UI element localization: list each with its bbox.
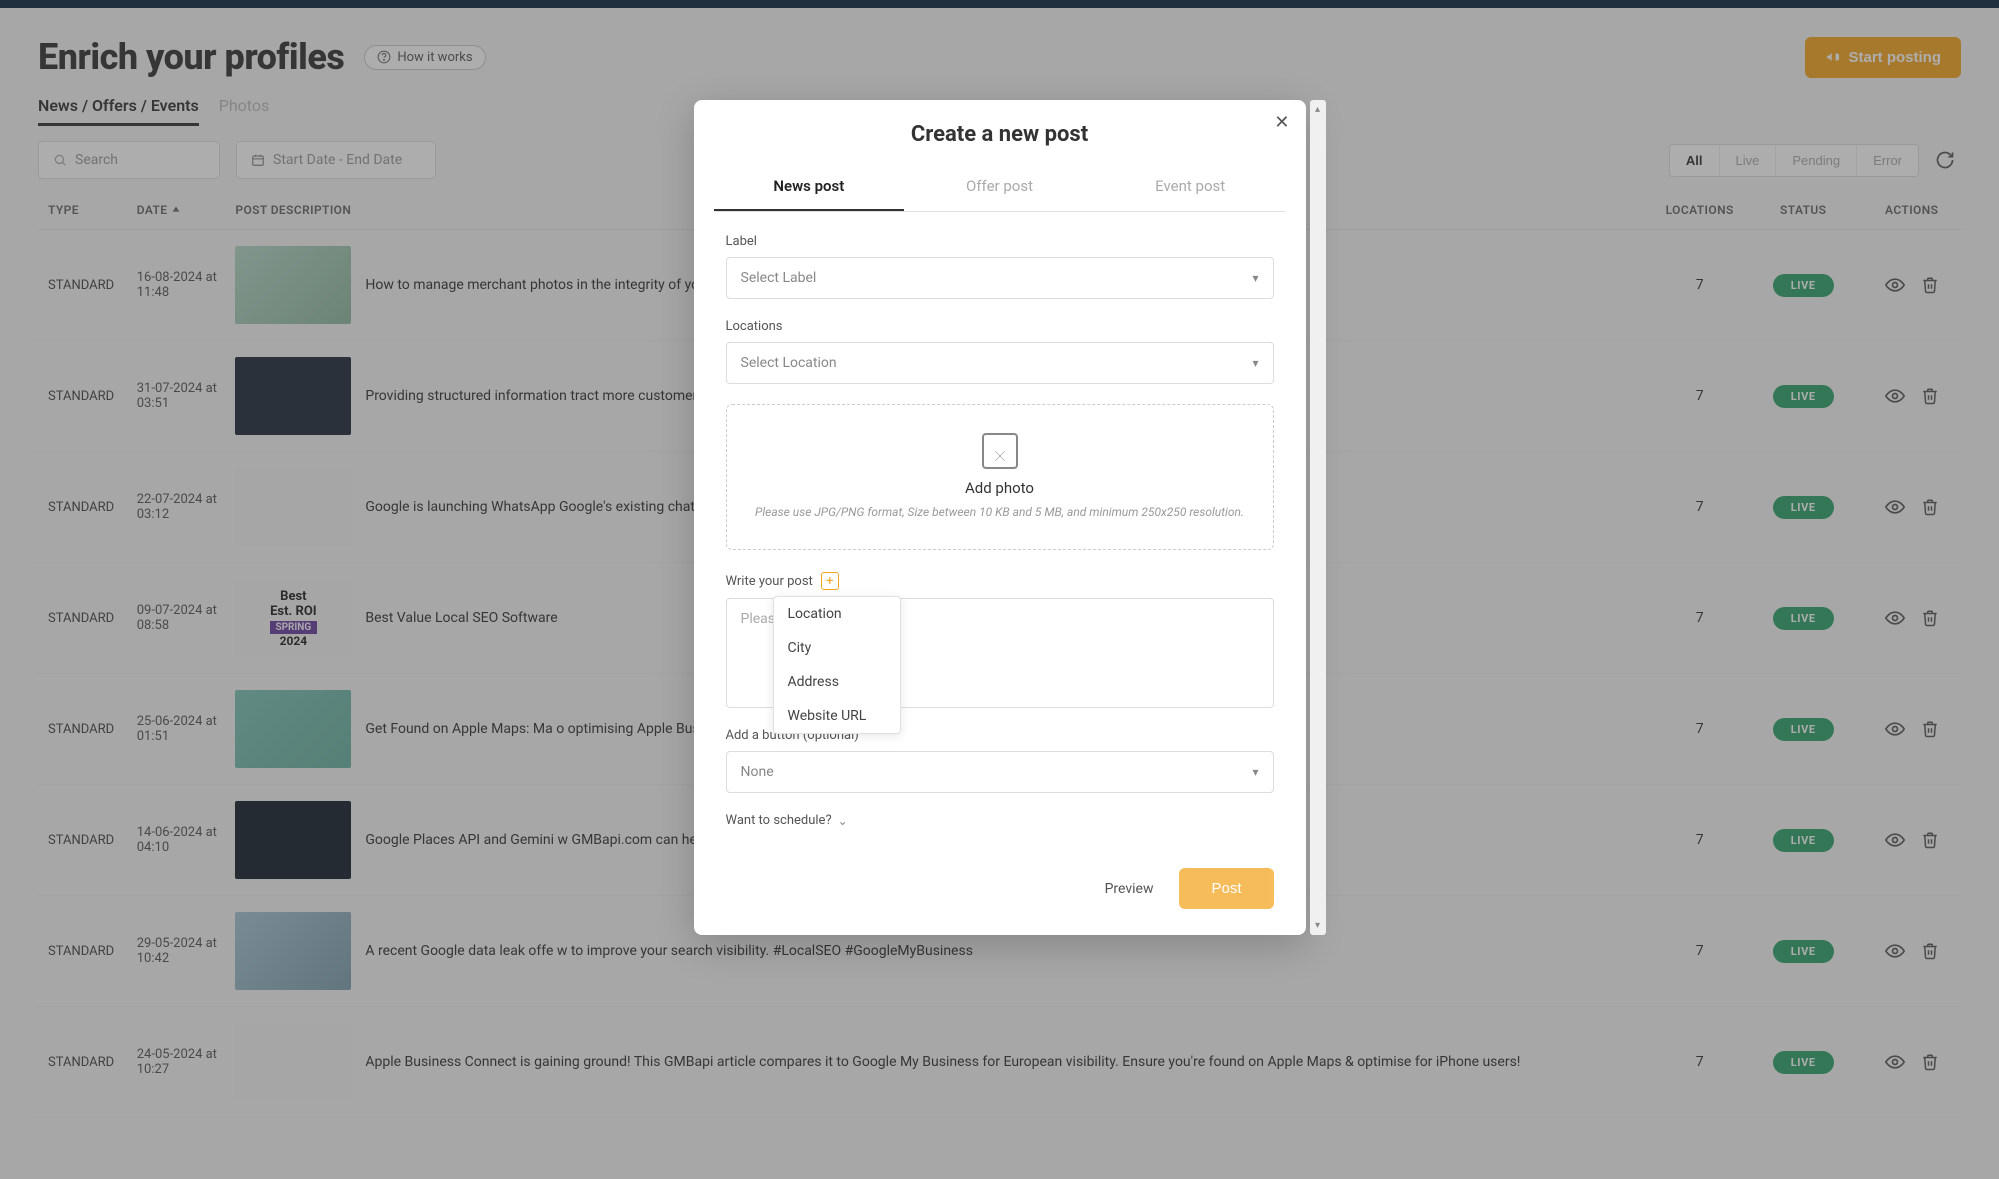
chevron-down-icon: ⌄ <box>838 814 848 828</box>
scroll-up-icon: ▴ <box>1315 104 1320 115</box>
close-icon: ✕ <box>1274 112 1289 132</box>
insert-option-location[interactable]: Location <box>774 597 900 631</box>
tab-offer-post[interactable]: Offer post <box>904 163 1095 211</box>
write-post-label: Write your post <box>726 574 813 589</box>
preview-button[interactable]: Preview <box>1093 871 1166 907</box>
insert-variable-button[interactable]: + <box>821 572 839 590</box>
chevron-down-icon: ▾ <box>1252 271 1258 285</box>
plus-icon: + <box>826 574 833 589</box>
label-field-label: Label <box>726 234 1274 249</box>
button-select-dropdown[interactable]: None ▾ <box>726 751 1274 793</box>
image-icon <box>982 433 1018 469</box>
photo-hint-text: Please use JPG/PNG format, Size between … <box>747 503 1253 521</box>
chevron-down-icon: ▾ <box>1252 356 1258 370</box>
modal-overlay: ✕ Create a new post News post Offer post… <box>0 0 1999 1179</box>
select-label-dropdown[interactable]: Select Label ▾ <box>726 257 1274 299</box>
add-photo-dropzone[interactable]: Add photo Please use JPG/PNG format, Siz… <box>726 404 1274 550</box>
chevron-down-icon: ▾ <box>1252 765 1258 779</box>
insert-option-city[interactable]: City <box>774 631 900 665</box>
modal-scrollbar[interactable]: ▴ ▾ <box>1310 100 1326 935</box>
locations-field-label: Locations <box>726 319 1274 334</box>
insert-option-website[interactable]: Website URL <box>774 699 900 733</box>
tab-news-post[interactable]: News post <box>714 163 905 211</box>
scroll-down-icon: ▾ <box>1315 920 1320 931</box>
close-button[interactable]: ✕ <box>1274 112 1289 133</box>
insert-option-address[interactable]: Address <box>774 665 900 699</box>
schedule-toggle[interactable]: Want to schedule? ⌄ <box>726 813 1274 828</box>
select-location-dropdown[interactable]: Select Location ▾ <box>726 342 1274 384</box>
add-photo-label: Add photo <box>747 479 1253 497</box>
modal-title: Create a new post <box>714 122 1286 147</box>
post-button[interactable]: Post <box>1179 868 1273 909</box>
tab-event-post[interactable]: Event post <box>1095 163 1286 211</box>
